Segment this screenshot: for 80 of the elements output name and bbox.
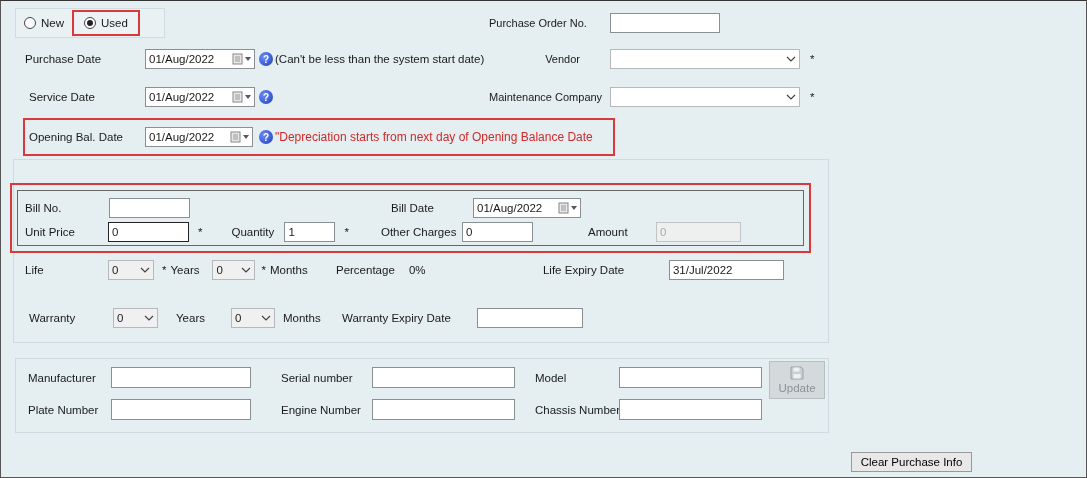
unit-label: Years <box>176 312 206 324</box>
field-label: Chassis Number <box>535 404 619 416</box>
chevron-down-icon <box>786 94 796 100</box>
field-label: Bill Date <box>391 202 435 214</box>
input-field[interactable] <box>372 367 515 388</box>
field-label: Quantity <box>231 226 276 238</box>
input-field[interactable] <box>619 399 762 420</box>
field-label: Model <box>535 372 568 384</box>
unit-label: Months <box>283 312 322 324</box>
required-mark: * <box>810 53 815 65</box>
field-label: Life <box>25 264 45 276</box>
input-field[interactable] <box>477 308 583 328</box>
radio-option[interactable]: Used <box>72 10 140 36</box>
date-field[interactable]: 01/Aug/2022 <box>145 127 253 147</box>
help-icon[interactable]: ? <box>259 52 273 66</box>
required-mark: * <box>344 226 349 238</box>
unit-label: Months <box>269 264 309 276</box>
dropdown[interactable]: 0 <box>212 260 256 280</box>
radio-button[interactable] <box>24 17 36 29</box>
option-label: New <box>41 17 64 29</box>
percentage-value: 0% <box>408 264 427 276</box>
field-label: Warranty <box>29 312 77 324</box>
dropdown[interactable]: 0 <box>113 308 158 328</box>
field-label: Engine Number <box>281 404 362 416</box>
input-field[interactable]: 1 <box>284 222 336 242</box>
option-label: Used <box>101 17 128 29</box>
field-label: Maintenance Company <box>488 91 604 103</box>
input-field[interactable] <box>111 399 251 420</box>
date-field[interactable]: 01/Aug/2022 <box>145 49 255 69</box>
input-field[interactable] <box>109 198 190 218</box>
required-mark: * <box>198 226 203 238</box>
field-label: Serial number <box>281 372 354 384</box>
chevron-down-icon <box>241 267 252 273</box>
input-field[interactable] <box>619 367 762 388</box>
input-field[interactable]: 0 <box>461 222 533 242</box>
field-label: Percentage <box>335 264 396 276</box>
field-label: Purchase Date <box>25 53 103 65</box>
dropdown[interactable] <box>610 49 800 69</box>
field-label: Life Expiry Date <box>542 264 626 276</box>
help-icon[interactable]: ? <box>259 90 273 104</box>
date-field[interactable]: 01/Aug/2022 <box>145 87 255 107</box>
radio-option[interactable]: New <box>18 10 70 36</box>
input-field[interactable]: 0 <box>108 222 189 242</box>
field-label: Service Date <box>29 91 96 103</box>
input-field[interactable]: 31/Jul/2022 <box>668 260 784 280</box>
required-mark: * <box>261 264 266 276</box>
field-label: Vendor <box>544 53 581 65</box>
field-label: Plate Number <box>28 404 100 416</box>
calendar-icon <box>232 53 252 65</box>
required-mark: * <box>810 91 815 103</box>
chevron-down-icon <box>786 56 796 62</box>
dropdown[interactable]: 0 <box>108 260 154 280</box>
calendar-icon <box>230 131 250 143</box>
radio-button[interactable] <box>84 17 96 29</box>
input-field[interactable] <box>372 399 515 420</box>
required-mark: * <box>162 264 167 276</box>
field-label: Amount <box>587 226 629 238</box>
chevron-down-icon <box>261 315 271 321</box>
clear-purchase-info-button[interactable]: Clear Purchase Info <box>851 452 972 472</box>
chevron-down-icon <box>144 315 154 321</box>
field-label: Other Charges <box>380 226 458 238</box>
field-label: Warranty Expiry Date <box>342 312 452 324</box>
input-field[interactable] <box>610 13 720 33</box>
calendar-icon <box>232 91 252 103</box>
field-label: Manufacturer <box>28 372 97 384</box>
warning-text: "Depreciation starts from next day of Opening Balance Date <box>275 130 593 144</box>
calendar-icon <box>558 202 578 214</box>
field-label: Purchase Order No. <box>488 17 588 29</box>
dropdown[interactable]: 0 <box>231 308 275 328</box>
dropdown[interactable] <box>610 87 800 107</box>
field-label: Bill No. <box>25 202 63 214</box>
chevron-down-icon <box>140 267 150 273</box>
field-label: Opening Bal. Date <box>29 131 124 143</box>
unit-label: Years <box>170 264 201 276</box>
help-icon[interactable]: ? <box>259 130 273 144</box>
hint-text: (Can't be less than the system start date) <box>275 53 485 65</box>
date-field[interactable]: 01/Aug/2022 <box>473 198 581 218</box>
input-field[interactable] <box>111 367 251 388</box>
field-label: Unit Price <box>25 226 76 238</box>
save-icon <box>790 366 804 380</box>
